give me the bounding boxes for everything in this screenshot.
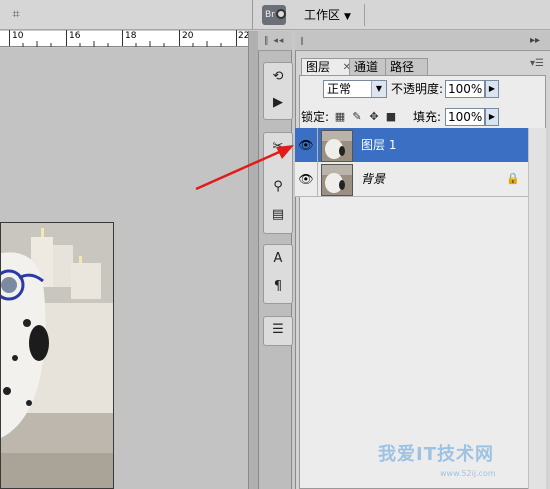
chevron-down-icon[interactable]: ▼	[371, 81, 386, 97]
opacity-slider-button[interactable]: ▶	[485, 80, 499, 98]
dock-group-history-actions: ⟲ ▶	[263, 62, 293, 120]
workspace-menu-button[interactable]: 工作区 ▼	[296, 4, 360, 26]
lock-transparency-icon[interactable]: ▦	[334, 110, 346, 123]
blend-mode-value: 正常	[327, 82, 352, 96]
fill-slider-button[interactable]: ▶	[485, 108, 499, 126]
layer-row-layer1[interactable]: 👁 图层 1	[295, 128, 528, 163]
notes-icon[interactable]: ☰	[267, 320, 289, 340]
zoom-lens-icon	[276, 9, 286, 19]
panel-collapse-icon[interactable]: ▸▸	[530, 34, 546, 48]
lock-image-brush-icon[interactable]: ✎	[351, 110, 363, 123]
layer-comps-icon[interactable]: ▤	[267, 205, 289, 225]
dock-group-type: A ¶	[263, 244, 293, 304]
opacity-label: 不透明度:	[391, 82, 444, 96]
toolbar-grip-icon[interactable]: ⌗	[8, 7, 24, 23]
lock-label: 锁定:	[301, 110, 330, 124]
panel-grip-icon[interactable]: ‖	[300, 37, 310, 45]
paragraph-icon[interactable]: ¶	[267, 277, 289, 297]
panel-menu-icon[interactable]: ▾☰	[530, 58, 548, 74]
watermark-url: www.52ij.com	[440, 469, 496, 478]
lock-all-icon[interactable]: ■	[385, 110, 397, 123]
annotation-arrow	[195, 145, 294, 191]
tab-channels-label: 通道	[354, 60, 379, 74]
layers-scrollbar[interactable]	[528, 128, 546, 489]
eye-separator	[317, 128, 318, 162]
canvas-edge	[248, 31, 258, 489]
actions-play-icon[interactable]: ▶	[267, 93, 289, 113]
lock-icon: 🔒	[506, 172, 520, 185]
fill-label: 填充:	[413, 110, 442, 124]
dock-group-notes: ☰	[263, 316, 293, 346]
eye-icon[interactable]: 👁	[298, 171, 314, 187]
document-image[interactable]	[0, 222, 114, 489]
layer-thumbnail	[321, 164, 353, 196]
fill-input[interactable]: 100%	[445, 108, 485, 126]
layer-name: 背景	[361, 172, 386, 186]
eye-separator	[317, 162, 318, 196]
options-bar-divider	[252, 0, 253, 30]
lock-position-icon[interactable]: ✥	[368, 110, 380, 123]
layer-thumbnail	[321, 130, 353, 162]
character-icon[interactable]: A	[267, 249, 289, 269]
history-brush-icon[interactable]: ⟲	[267, 67, 289, 87]
blend-mode-select[interactable]: 正常 ▼	[323, 80, 387, 98]
workspace-label: 工作区	[304, 8, 341, 22]
chevron-down-icon: ▼	[344, 12, 351, 22]
workspace-divider	[364, 4, 365, 26]
tab-paths-label: 路径	[390, 60, 415, 74]
dalmatian-photo	[1, 223, 113, 488]
bridge-label: Br	[265, 10, 275, 20]
panel-header[interactable]	[295, 31, 550, 51]
horizontal-ruler: 10 16 18 20 22	[0, 30, 249, 47]
eye-icon[interactable]: 👁	[298, 137, 314, 153]
opacity-input[interactable]: 100%	[445, 80, 485, 98]
tab-layers-label: 图层	[306, 60, 331, 74]
dock-header-grip[interactable]: ‖ ◂◂	[258, 31, 292, 51]
layer-name: 图层 1	[361, 138, 397, 152]
layer-row-background[interactable]: 👁 背景 🔒	[295, 162, 528, 197]
watermark-text: 我爱IT技术网	[378, 444, 494, 465]
ruler-minor-ticks	[22, 41, 222, 47]
